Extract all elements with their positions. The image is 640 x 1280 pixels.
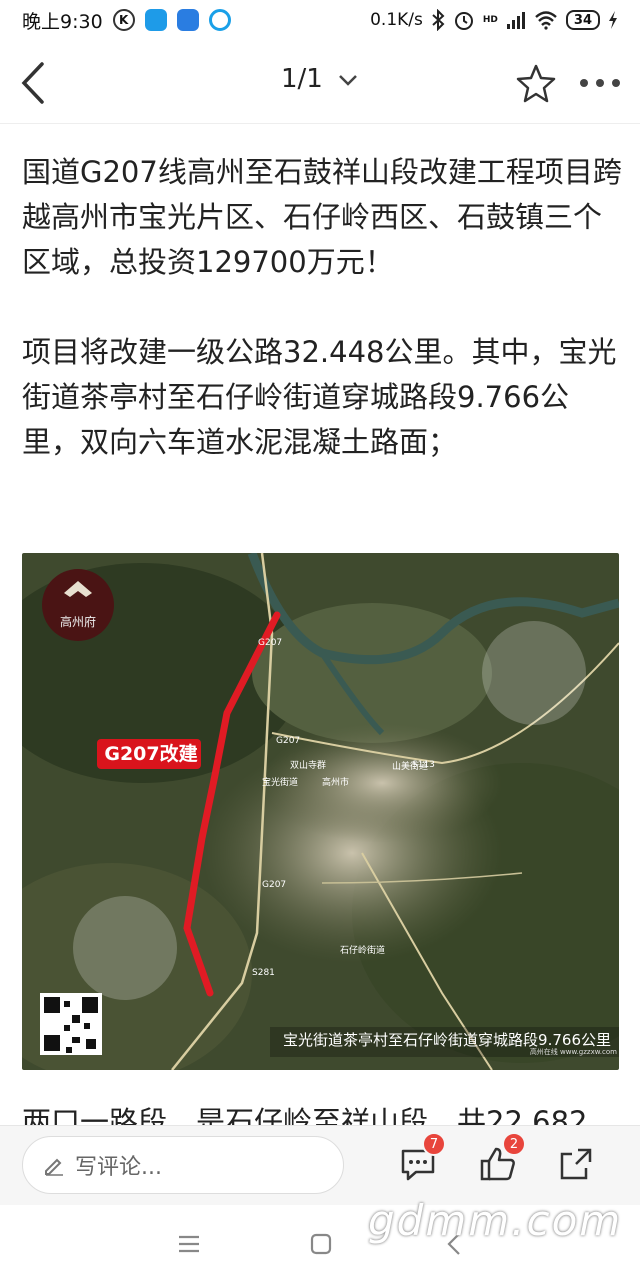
notes-app-icon (176, 9, 199, 31)
page-count: 1/1 (280, 64, 323, 94)
home-button[interactable] (306, 1229, 336, 1259)
route-label: G207改建 (104, 743, 198, 765)
comments-button[interactable]: 7 (398, 1132, 446, 1188)
map-place-label: S113 (412, 760, 435, 770)
charging-icon (609, 11, 617, 29)
bluetooth-icon (432, 9, 445, 31)
map-graphic: G207G207G207双山寺群宝光街道 高州市山美街道石仔岭街道S281S113 (22, 553, 619, 1070)
favorite-button[interactable] (514, 62, 558, 106)
menu-button[interactable] (174, 1229, 204, 1259)
logo-text: 高州府 (59, 615, 96, 629)
menu-icon (179, 1235, 199, 1253)
like-count-badge: 2 (502, 1132, 526, 1156)
home-square-icon (310, 1233, 332, 1255)
alarm-icon (454, 12, 473, 30)
pencil-icon (45, 1158, 63, 1176)
network-speed: 0.1K/s (370, 10, 423, 30)
map-place-label: G207 (258, 638, 282, 648)
signal-icon (506, 12, 525, 29)
status-bar: 晚上9:30 K 0.1K/s HD 34 (0, 0, 640, 40)
comment-placeholder: 写评论... (75, 1155, 162, 1180)
map-place-label: S281 (252, 968, 275, 978)
star-icon (516, 64, 556, 103)
article-paragraph: 项目将改建一级公路32.448公里。其中，宝光街道茶亭村至石仔岭街道穿城路段9.… (22, 335, 617, 459)
map-place-label: 高州市 (322, 776, 349, 788)
comment-input[interactable]: 写评论... (22, 1136, 344, 1194)
more-button[interactable] (578, 68, 622, 98)
article-paragraph: 国道G207线高州至石鼓祥山段改建工程项目跨越高州市宝光片区、石仔岭西区、石鼓镇… (22, 155, 622, 279)
back-arrow-icon (21, 62, 44, 104)
article-paragraph-cut: 两口一路段，是石仔岭至祥山段，共22.682 (22, 1105, 588, 1126)
share-button[interactable] (556, 1144, 600, 1188)
satellite-map-image[interactable]: G207 G207 G207 双山寺群 宝光街道 高州市 山美街道 石仔岭街道 S281 S113… (22, 553, 619, 1070)
site-watermark: gdmm.com (368, 1196, 623, 1245)
status-time: 晚上9:30 (22, 10, 103, 33)
map-credit: 高州在线 www.gzzxw.com (529, 1048, 617, 1056)
logo-seal (42, 569, 114, 641)
battery-indicator: 34 (565, 10, 600, 30)
map-place-label: G207 (276, 736, 300, 746)
share-icon (560, 1148, 592, 1180)
chevron-down-icon (339, 74, 357, 86)
comment-count-badge: 7 (422, 1132, 446, 1156)
map-place-label: 石仔岭街道 (340, 944, 385, 956)
hd-label: HD (482, 15, 498, 25)
comment-bar: 写评论... 7 2 (0, 1125, 640, 1205)
battery-level: 34 (573, 12, 592, 28)
page-indicator-button[interactable]: 1/1 (281, 64, 359, 94)
browser-app-icon (208, 9, 231, 31)
screen: 晚上9:30 K 0.1K/s HD 34 1/1 国道G207线高州至石鼓祥山… (0, 0, 640, 1280)
map-place-label: 双山寺群 (290, 759, 326, 771)
back-button[interactable] (16, 58, 56, 108)
map-place-label: G207 (262, 880, 286, 890)
bird-app-icon (144, 9, 167, 31)
article-body: 国道G207线高州至石鼓祥山段改建工程项目跨越高州市宝光片区、石仔岭西区、石鼓镇… (22, 150, 622, 510)
k-app-icon: K (112, 9, 135, 31)
like-button[interactable]: 2 (478, 1132, 526, 1188)
wifi-icon (535, 11, 557, 30)
more-dots-icon (580, 79, 620, 87)
top-nav-bar: 1/1 (0, 42, 640, 124)
map-place-label: 宝光街道 (262, 776, 298, 788)
